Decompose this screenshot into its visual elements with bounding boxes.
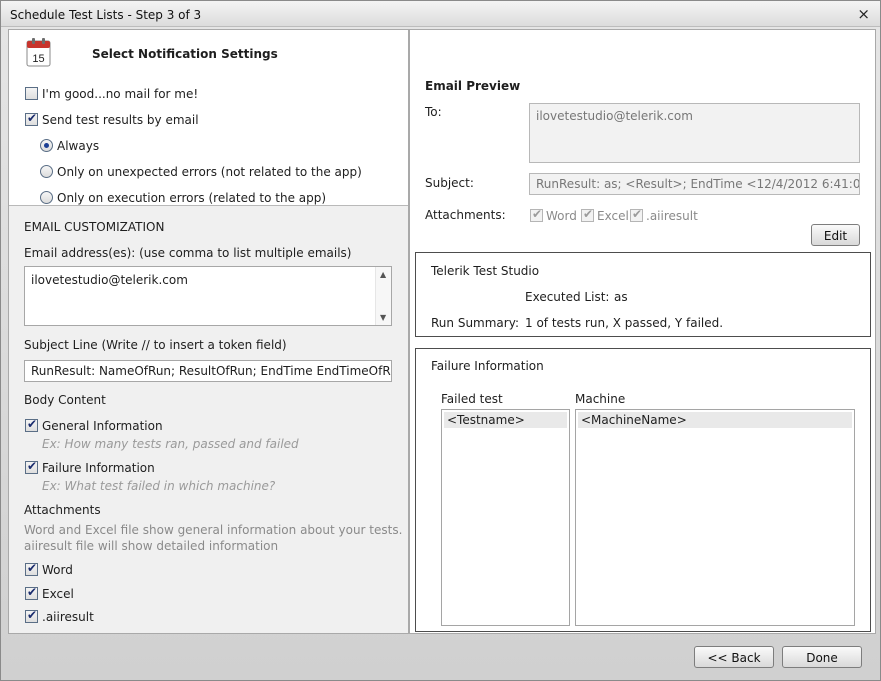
radio-execution-errors[interactable] bbox=[40, 191, 53, 204]
subject-line-value: RunResult: NameOfRun; ResultOfRun; EndTi… bbox=[31, 364, 392, 378]
dialog-window: Schedule Test Lists - Step 3 of 3 × 15 S… bbox=[0, 0, 881, 681]
close-icon[interactable]: × bbox=[857, 5, 870, 23]
failure-info-label[interactable]: Failure Information bbox=[42, 461, 155, 475]
radio-always[interactable] bbox=[40, 139, 53, 152]
aiiresult-label[interactable]: .aiiresult bbox=[42, 610, 94, 624]
general-info-checkbox[interactable] bbox=[25, 417, 38, 432]
failed-test-row[interactable]: <Testname> bbox=[444, 412, 567, 428]
machine-column-header: Machine bbox=[575, 392, 626, 406]
word-label[interactable]: Word bbox=[42, 563, 73, 577]
settings-panel: 15 Select Notification Settings I'm good… bbox=[8, 29, 409, 634]
executed-list-value: as bbox=[614, 290, 628, 304]
radio-unexpected-errors[interactable] bbox=[40, 165, 53, 178]
failure-info-checkbox[interactable] bbox=[25, 459, 38, 474]
radio-always-label[interactable]: Always bbox=[57, 139, 99, 153]
machine-row[interactable]: <MachineName> bbox=[578, 412, 852, 428]
excel-checkbox[interactable] bbox=[25, 585, 38, 600]
preview-subject-field: RunResult: as; <Result>; EndTime <12/4/2… bbox=[529, 173, 860, 195]
email-scrollbar[interactable]: ▲ ▼ bbox=[375, 267, 391, 325]
run-summary-value: 1 of tests run, X passed, Y failed. bbox=[525, 316, 724, 330]
product-name: Telerik Test Studio bbox=[431, 264, 540, 278]
subject-line-input[interactable]: RunResult: NameOfRun; ResultOfRun; EndTi… bbox=[24, 360, 392, 382]
failure-box: Failure Information Failed test Machine … bbox=[415, 348, 871, 632]
run-summary-label: Run Summary: bbox=[431, 316, 519, 330]
no-mail-label[interactable]: I'm good...no mail for me! bbox=[42, 87, 198, 101]
aiiresult-checkbox[interactable] bbox=[25, 608, 38, 623]
excel-label[interactable]: Excel bbox=[42, 587, 74, 601]
word-checkbox[interactable] bbox=[25, 561, 38, 576]
to-value: ilovetestudio@telerik.com bbox=[536, 109, 693, 123]
preview-panel: Email Preview To: ilovetestudio@telerik.… bbox=[409, 29, 876, 634]
to-label: To: bbox=[425, 105, 442, 119]
general-info-label[interactable]: General Information bbox=[42, 419, 163, 433]
send-email-label[interactable]: Send test results by email bbox=[42, 113, 199, 127]
attachments-desc-1: Word and Excel file show general informa… bbox=[24, 523, 403, 537]
general-info-hint: Ex: How many tests ran, passed and faile… bbox=[42, 437, 299, 451]
body-content-heading: Body Content bbox=[24, 393, 106, 407]
email-label: Email address(es): (use comma to list mu… bbox=[24, 246, 352, 260]
executed-list-label: Executed List: bbox=[525, 290, 610, 304]
failed-test-list[interactable]: <Testname> bbox=[441, 409, 570, 626]
customization-heading: EMAIL CUSTOMIZATION bbox=[24, 220, 165, 234]
preview-attachments-label: Attachments: bbox=[425, 208, 506, 222]
attachments-desc-2: aiiresult file will show detailed inform… bbox=[24, 539, 279, 553]
send-email-checkbox[interactable] bbox=[25, 111, 38, 126]
done-button[interactable]: Done bbox=[782, 646, 862, 668]
calendar-day: 15 bbox=[32, 53, 44, 65]
notification-section: 15 Select Notification Settings I'm good… bbox=[9, 30, 408, 206]
calendar-icon: 15 bbox=[26, 38, 51, 67]
preview-word-checkbox bbox=[530, 207, 543, 222]
summary-box: Telerik Test Studio Executed List: as Ru… bbox=[415, 252, 871, 337]
radio-execution-label[interactable]: Only on execution errors (related to the… bbox=[57, 191, 326, 205]
failed-test-column-header: Failed test bbox=[441, 392, 503, 406]
preview-subject-value: RunResult: as; <Result>; EndTime <12/4/2… bbox=[536, 177, 860, 191]
preview-aiiresult-label: .aiiresult bbox=[646, 209, 698, 223]
title-bar: Schedule Test Lists - Step 3 of 3 × bbox=[1, 1, 880, 27]
to-field: ilovetestudio@telerik.com bbox=[529, 103, 860, 163]
email-preview-heading: Email Preview bbox=[425, 79, 521, 93]
preview-word-label: Word bbox=[546, 209, 577, 223]
notification-heading: Select Notification Settings bbox=[92, 47, 278, 61]
back-button[interactable]: << Back bbox=[694, 646, 774, 668]
machine-list[interactable]: <MachineName> bbox=[575, 409, 855, 626]
subject-line-label: Subject Line (Write // to insert a token… bbox=[24, 338, 287, 352]
attachments-heading: Attachments bbox=[24, 503, 101, 517]
failure-heading: Failure Information bbox=[431, 359, 544, 373]
scroll-up-icon[interactable]: ▲ bbox=[380, 270, 386, 279]
window-title: Schedule Test Lists - Step 3 of 3 bbox=[10, 8, 202, 22]
preview-excel-checkbox bbox=[581, 207, 594, 222]
preview-subject-label: Subject: bbox=[425, 176, 474, 190]
radio-unexpected-label[interactable]: Only on unexpected errors (not related t… bbox=[57, 165, 362, 179]
no-mail-checkbox[interactable] bbox=[25, 87, 38, 100]
preview-excel-label: Excel bbox=[597, 209, 629, 223]
failure-info-hint: Ex: What test failed in which machine? bbox=[42, 479, 276, 493]
email-value: ilovetestudio@telerik.com bbox=[31, 273, 188, 287]
edit-button[interactable]: Edit bbox=[811, 224, 860, 246]
email-textarea[interactable]: ilovetestudio@telerik.com ▲ ▼ bbox=[24, 266, 392, 326]
preview-aiiresult-checkbox bbox=[630, 207, 643, 222]
scroll-down-icon[interactable]: ▼ bbox=[380, 313, 386, 322]
